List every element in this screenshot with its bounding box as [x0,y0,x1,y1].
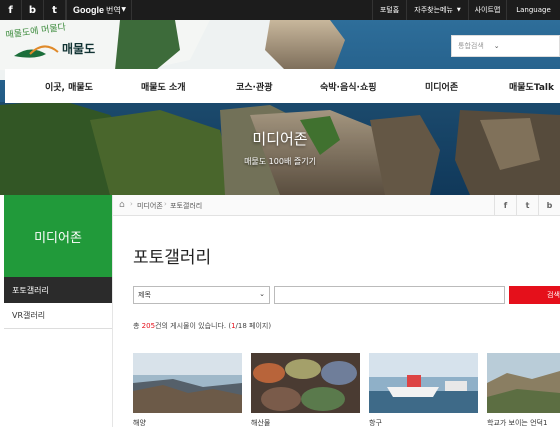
search-keyword-input[interactable] [274,286,505,304]
nav-item-introduction[interactable]: 매물도 소개 [141,69,186,103]
top-utility-bar: f b t Google 번역 ▼ 포털홈 자주찾는메뉴 ▼ 사이트맵 Langu… [0,0,560,20]
gallery-caption[interactable]: 해양 [133,418,146,427]
portal-home-link[interactable]: 포털홈 [372,0,406,20]
blog-icon[interactable]: b [22,0,44,20]
frequent-menu-link[interactable]: 자주찾는메뉴 ▼ [406,0,468,20]
post-total: 205 [141,322,156,330]
facebook-icon[interactable]: f [0,0,22,20]
breadcrumb: ⌂ › 미디어존 › 포토갤러리 [113,195,560,216]
frequent-menu-label: 자주찾는메뉴 [414,6,453,14]
chevron-down-icon: ⌄ [259,290,265,298]
hero-title: 미디어존 [252,130,308,148]
chevron-down-icon: ⌄ [493,42,500,50]
sidebar-divider [112,195,113,427]
unified-search-select[interactable]: 통합검색 ⌄ [451,35,560,57]
sidebar-title: 미디어존 [4,195,112,277]
breadcrumb-item[interactable]: 미디어존 [137,201,163,211]
thumbnail-image [251,353,360,413]
gallery-thumbnail[interactable] [133,353,242,413]
chevron-right-icon: › [130,200,133,208]
sidebar-item-vr-gallery[interactable]: VR갤러리 [4,303,112,329]
nav-item-media-zone[interactable]: 미디어존 [425,69,458,103]
thumbnail-image [369,353,478,413]
share-facebook-icon[interactable]: f [494,195,516,216]
sidebar-item-photo-gallery[interactable]: 포토갤러리 [4,277,112,303]
gallery-caption[interactable]: 해산물 [251,418,270,427]
chevron-down-icon: ▼ [121,6,126,13]
home-icon[interactable]: ⌂ [119,200,125,210]
gallery-thumbnail[interactable] [369,353,478,413]
translate-label: 번역 [106,5,121,15]
post-count: 총 205건의 게시물이 있습니다. (1/18 페이지) [133,322,272,330]
search-field-value: 제목 [138,291,151,299]
breadcrumb-item-current: 포토갤러리 [170,202,203,210]
logo-name: 매물도 [62,42,96,56]
search-placeholder: 통합검색 [458,42,484,50]
share-blog-icon[interactable]: b [538,195,560,216]
gallery-thumbnail[interactable] [487,353,560,413]
nav-item-about-maemuldo[interactable]: 이곳, 매물도 [45,69,93,103]
google-translate-selector[interactable]: Google 번역 ▼ [66,0,132,20]
search-field-select[interactable]: 제목 ⌄ [133,286,270,304]
gallery-caption[interactable]: 학교가 보이는 언덕1 [487,418,547,427]
nav-item-course-tour[interactable]: 코스·관광 [236,69,273,103]
chevron-down-icon: ▼ [456,7,461,13]
logo-script: 매물도에 머물다 [5,22,67,41]
main-navigation: 이곳, 매물도 매물도 소개 코스·관광 숙박·음식·쇼핑 미디어존 매물도Ta… [5,69,560,103]
gallery-thumbnail[interactable] [251,353,360,413]
nav-item-talk[interactable]: 매물도Talk [509,69,554,103]
search-button[interactable]: 검색 [509,286,560,304]
thumbnail-image [487,353,560,413]
nav-item-stay-food-shop[interactable]: 숙박·음식·쇼핑 [320,69,377,103]
thumbnail-image [133,353,242,413]
chevron-right-icon: › [164,200,167,208]
hero-subtitle: 매물도 100배 즐기기 [244,157,316,166]
twitter-icon[interactable]: t [44,0,66,20]
language-link[interactable]: Language [506,0,560,20]
gallery-caption[interactable]: 항구 [369,418,382,427]
share-twitter-icon[interactable]: t [516,195,538,216]
sitemap-link[interactable]: 사이트맵 [468,0,506,20]
google-logo: Google [73,5,104,15]
page-title: 포토갤러리 [133,248,212,268]
